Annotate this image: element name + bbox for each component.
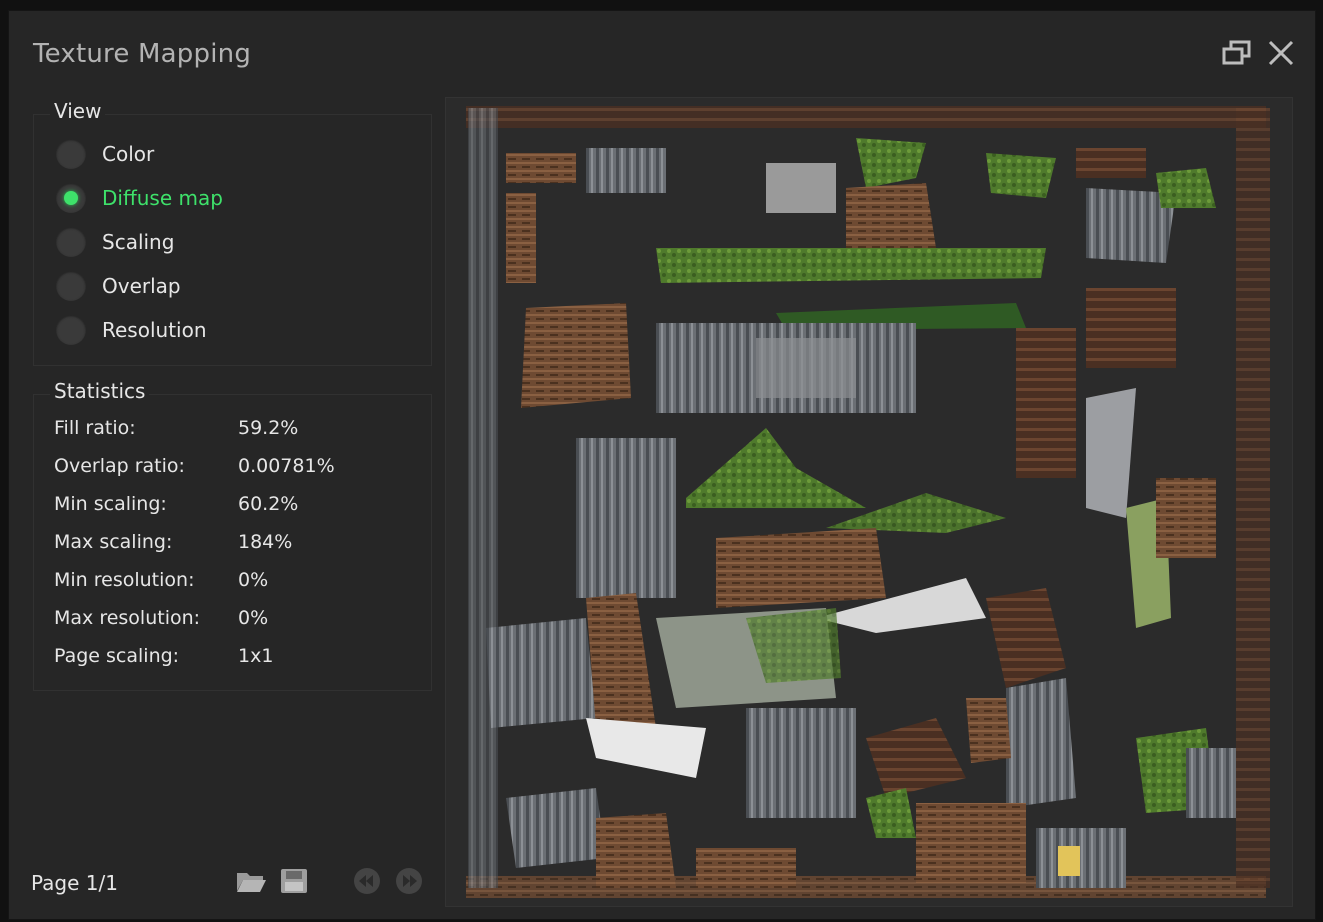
statistics-group-title: Statistics bbox=[50, 379, 150, 403]
statistics-group: Statistics Fill ratio: 59.2% Overlap rat… bbox=[33, 379, 432, 691]
radio-button-selected[interactable] bbox=[56, 183, 86, 213]
radio-button[interactable] bbox=[56, 139, 86, 169]
view-option-scaling[interactable]: Scaling bbox=[56, 225, 174, 259]
stat-value-min-scaling: 60.2% bbox=[238, 493, 299, 515]
radio-button[interactable] bbox=[56, 227, 86, 257]
view-option-color[interactable]: Color bbox=[56, 137, 154, 171]
stat-label-fill-ratio: Fill ratio: bbox=[54, 417, 136, 439]
window-controls bbox=[1221, 39, 1295, 67]
save-icon[interactable] bbox=[279, 867, 309, 899]
previous-page-icon[interactable] bbox=[353, 867, 381, 899]
stat-label-page-scaling: Page scaling: bbox=[54, 645, 180, 667]
stat-value-page-scaling: 1x1 bbox=[238, 645, 274, 667]
stat-value-overlap-ratio: 0.00781% bbox=[238, 455, 335, 477]
stat-value-max-resolution: 0% bbox=[238, 607, 269, 629]
view-option-label: Scaling bbox=[102, 230, 175, 254]
stat-label-max-resolution: Max resolution: bbox=[54, 607, 201, 629]
page-indicator: Page 1/1 bbox=[31, 871, 118, 895]
next-page-icon[interactable] bbox=[395, 867, 423, 899]
stat-label-min-scaling: Min scaling: bbox=[54, 493, 167, 515]
stat-value-max-scaling: 184% bbox=[238, 531, 293, 553]
view-option-resolution[interactable]: Resolution bbox=[56, 313, 207, 347]
restore-window-icon[interactable] bbox=[1221, 39, 1253, 67]
texture-mapping-window: Texture Mapping View Color Diffuse map S… bbox=[8, 10, 1316, 920]
stat-label-overlap-ratio: Overlap ratio: bbox=[54, 455, 185, 477]
radio-button[interactable] bbox=[56, 315, 86, 345]
view-option-label: Diffuse map bbox=[102, 186, 223, 210]
view-group-title: View bbox=[50, 99, 106, 123]
window-title: Texture Mapping bbox=[33, 39, 252, 69]
close-icon[interactable] bbox=[1267, 39, 1295, 67]
view-option-label: Resolution bbox=[102, 318, 207, 342]
view-option-overlap[interactable]: Overlap bbox=[56, 269, 181, 303]
radio-button[interactable] bbox=[56, 271, 86, 301]
folder-open-icon[interactable] bbox=[235, 867, 267, 899]
texture-atlas-preview[interactable] bbox=[445, 97, 1293, 907]
stat-label-max-scaling: Max scaling: bbox=[54, 531, 173, 553]
view-option-label: Color bbox=[102, 142, 155, 166]
stat-value-min-resolution: 0% bbox=[238, 569, 269, 591]
view-group: View Color Diffuse map Scaling Overlap R… bbox=[33, 99, 432, 366]
stat-label-min-resolution: Min resolution: bbox=[54, 569, 195, 591]
view-option-label: Overlap bbox=[102, 274, 181, 298]
stat-value-fill-ratio: 59.2% bbox=[238, 417, 299, 439]
texture-atlas-image bbox=[446, 98, 1292, 906]
view-option-diffuse-map[interactable]: Diffuse map bbox=[56, 181, 223, 215]
